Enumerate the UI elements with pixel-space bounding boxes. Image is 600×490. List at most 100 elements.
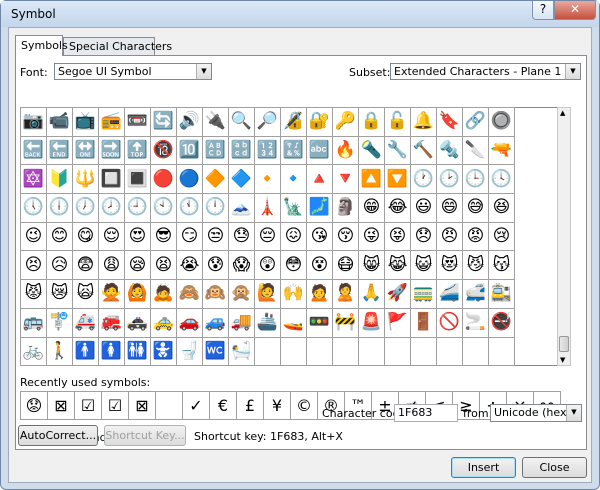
symbol-cell[interactable]: 🔐 bbox=[306, 107, 333, 137]
recent-symbol-cell[interactable]: ☑ bbox=[101, 391, 129, 420]
from-select[interactable]: Unicode (hex) ▼ bbox=[490, 404, 582, 422]
symbol-cell[interactable]: 😻 bbox=[436, 250, 463, 281]
insert-button[interactable]: Insert bbox=[451, 457, 516, 478]
symbol-cell[interactable]: 😖 bbox=[280, 221, 307, 252]
tab-symbols[interactable]: Symbols bbox=[15, 35, 68, 56]
symbol-cell[interactable]: 🔻 bbox=[332, 164, 359, 195]
symbol-grid[interactable]: 📷 📹 📺 📻 📼 🔄 🔊 🔌 🔍 🔎 🔏 🔐 🔑 🔒 🔓 🔔 🔖 🔗 🔘 🔙 🔚 🔛 🔜 🔝 🔞 🔟 🔠 🔡 🔢 🔣 🔤 🔥 🔦 🔧 🔨 🔩 🔪 🔫 🔯 🔰… bbox=[20, 107, 562, 367]
symbol-cell[interactable]: 😺 bbox=[410, 250, 437, 281]
symbol-cell[interactable]: 🚻 bbox=[124, 336, 151, 367]
symbol-cell[interactable]: 🚑 bbox=[72, 307, 99, 338]
symbol-cell[interactable]: 🚧 bbox=[332, 307, 359, 338]
symbol-cell[interactable]: 🚶 bbox=[46, 336, 73, 367]
symbol-cell[interactable]: 🙊 bbox=[228, 279, 255, 309]
symbol-cell[interactable]: 🔷 bbox=[228, 164, 255, 195]
symbol-cell[interactable]: 🚼 bbox=[150, 336, 177, 367]
symbol-cell[interactable]: 🙆 bbox=[124, 279, 151, 309]
symbol-cell[interactable]: 🚥 bbox=[306, 307, 333, 338]
symbol-cell[interactable]: 🔪 bbox=[462, 135, 489, 166]
symbol-cell[interactable]: 😋 bbox=[72, 221, 99, 252]
symbol-cell[interactable]: 😫 bbox=[150, 250, 177, 281]
symbol-cell[interactable]: 📻 bbox=[98, 107, 125, 137]
symbol-cell[interactable]: 🕐 bbox=[410, 164, 437, 195]
shortcut-key-button[interactable]: Shortcut Key... bbox=[104, 425, 186, 446]
symbol-cell[interactable]: 🔛 bbox=[72, 135, 99, 166]
recent-symbol-cell[interactable]: ⊠ bbox=[47, 391, 75, 420]
symbol-cell[interactable]: 🔽 bbox=[384, 164, 411, 195]
symbol-cell[interactable]: 😵 bbox=[306, 250, 333, 281]
symbol-cell[interactable]: 🚗 bbox=[176, 307, 203, 338]
symbol-cell[interactable]: 🔱 bbox=[72, 164, 99, 195]
tab-special-characters[interactable]: Special Characters bbox=[63, 37, 172, 55]
symbol-cell[interactable]: 🔄 bbox=[150, 107, 177, 137]
symbol-cell[interactable]: 🗻 bbox=[228, 193, 255, 223]
symbol-cell[interactable]: 🔹 bbox=[280, 164, 307, 195]
symbol-cell[interactable]: 🙌 bbox=[280, 279, 307, 309]
symbol-cell[interactable]: 🔌 bbox=[202, 107, 229, 137]
symbol-cell[interactable]: 😊 bbox=[46, 221, 73, 252]
symbol-cell[interactable]: 🙅 bbox=[98, 279, 125, 309]
symbol-cell[interactable]: 😎 bbox=[150, 221, 177, 252]
symbol-cell[interactable]: 🔍 bbox=[228, 107, 255, 137]
symbol-cell[interactable]: 🔥 bbox=[332, 135, 359, 166]
symbol-cell[interactable]: 🕙 bbox=[150, 193, 177, 223]
symbol-cell[interactable]: 🔏 bbox=[280, 107, 307, 137]
recent-symbol-cell[interactable]: ✓ bbox=[182, 391, 210, 420]
grid-scrollbar[interactable]: ▲ ▼ bbox=[557, 107, 571, 366]
symbol-cell[interactable]: 😲 bbox=[254, 250, 281, 281]
recent-symbol-cell[interactable]: © bbox=[290, 391, 318, 420]
symbol-cell[interactable]: 🙋 bbox=[254, 279, 281, 309]
symbol-cell[interactable]: 😌 bbox=[98, 221, 125, 252]
symbol-cell[interactable]: 😏 bbox=[176, 221, 203, 252]
symbol-cell[interactable]: 😒 bbox=[202, 221, 229, 252]
symbol-cell[interactable]: 😭 bbox=[176, 250, 203, 281]
symbol-cell[interactable]: 🔠 bbox=[202, 135, 229, 166]
symbol-cell[interactable]: 🚚 bbox=[228, 307, 255, 338]
symbol-cell[interactable]: 😹 bbox=[384, 250, 411, 281]
symbol-cell[interactable]: 🕘 bbox=[124, 193, 151, 223]
symbol-cell[interactable]: 🔚 bbox=[46, 135, 73, 166]
symbol-cell[interactable]: 🙉 bbox=[202, 279, 229, 309]
symbol-cell[interactable]: 🔖 bbox=[436, 107, 463, 137]
close-icon[interactable]: ✕ bbox=[554, 1, 596, 20]
subset-select[interactable]: Extended Characters - Plane 1 ▼ bbox=[390, 63, 581, 80]
symbol-cell[interactable]: 🔞 bbox=[150, 135, 177, 166]
symbol-cell[interactable]: 🚢 bbox=[254, 307, 281, 338]
symbol-cell[interactable]: 🔳 bbox=[124, 164, 151, 195]
chevron-down-icon[interactable]: ▼ bbox=[196, 64, 211, 79]
symbol-cell[interactable]: 🚉 bbox=[488, 279, 515, 309]
symbol-cell[interactable]: 😾 bbox=[20, 279, 47, 309]
symbol-cell[interactable]: 🕓 bbox=[488, 164, 515, 195]
symbol-cell[interactable]: 😆 bbox=[488, 193, 515, 223]
symbol-cell[interactable]: 🔙 bbox=[20, 135, 47, 166]
symbol-cell[interactable]: 🚅 bbox=[462, 279, 489, 309]
symbol-cell[interactable]: 😅 bbox=[462, 193, 489, 223]
symbol-cell[interactable]: 🚀 bbox=[384, 279, 411, 309]
symbol-cell[interactable]: 🔝 bbox=[124, 135, 151, 166]
symbol-cell[interactable]: 🕑 bbox=[436, 164, 463, 195]
char-code-input[interactable]: 1F683 bbox=[394, 404, 458, 422]
symbol-cell[interactable]: 🙈 bbox=[176, 279, 203, 309]
symbol-cell[interactable]: 😣 bbox=[20, 250, 47, 281]
symbol-cell[interactable]: 😩 bbox=[98, 250, 125, 281]
symbol-cell[interactable]: 📼 bbox=[124, 107, 151, 137]
symbol-cell[interactable]: 🗽 bbox=[280, 193, 307, 223]
symbol-cell[interactable]: 🚲 bbox=[20, 336, 47, 367]
symbol-cell[interactable]: 🛀 bbox=[228, 336, 255, 367]
help-button[interactable]: ? bbox=[532, 1, 554, 20]
symbol-cell[interactable]: 🕖 bbox=[72, 193, 99, 223]
symbol-cell[interactable]: 😿 bbox=[46, 279, 73, 309]
symbol-cell[interactable]: 🔓 bbox=[384, 107, 411, 137]
symbol-cell[interactable]: 🚒 bbox=[98, 307, 125, 338]
recent-symbol-cell[interactable]: ⊠ bbox=[128, 391, 156, 420]
symbol-cell[interactable]: 🔤 bbox=[306, 135, 333, 166]
symbol-cell[interactable]: 😸 bbox=[358, 250, 385, 281]
symbol-cell[interactable]: 🔦 bbox=[358, 135, 385, 166]
symbol-cell[interactable]: 🔰 bbox=[46, 164, 73, 195]
symbol-cell[interactable]: 🚙 bbox=[202, 307, 229, 338]
symbol-cell[interactable]: 😓 bbox=[228, 221, 255, 252]
symbol-cell[interactable]: 🔴 bbox=[150, 164, 177, 195]
symbol-cell[interactable]: 🔺 bbox=[306, 164, 333, 195]
symbol-cell[interactable]: 🕒 bbox=[462, 164, 489, 195]
symbol-cell[interactable]: 🚨 bbox=[358, 307, 385, 338]
